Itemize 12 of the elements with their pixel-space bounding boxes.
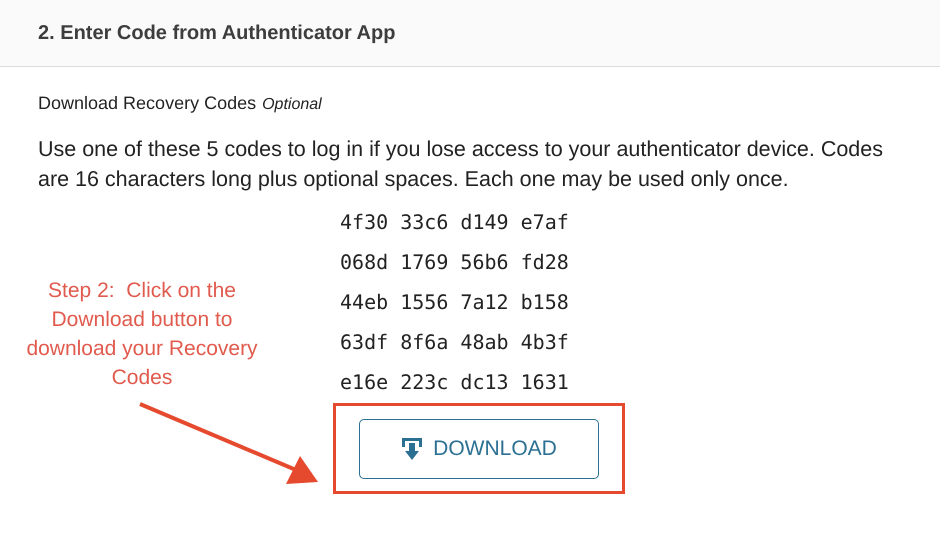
subsection-title: Download Recovery Codes (38, 93, 256, 114)
optional-label: Optional (262, 96, 322, 114)
recovery-code: e16e 223c dc13 1631 (340, 369, 570, 396)
recovery-code: 63df 8f6a 48ab 4b3f (340, 329, 570, 356)
recovery-code: 4f30 33c6 d149 e7af (340, 209, 570, 236)
section-title: 2. Enter Code from Authenticator App (38, 22, 396, 44)
recovery-code: 068d 1769 56b6 fd28 (340, 249, 570, 276)
description: Use one of these 5 codes to log in if you lose access to your authenticator device. Codes are 16 characters long plus optional spaces. Each one may be used only once. (38, 136, 884, 193)
download-icon (401, 436, 424, 460)
download-button[interactable]: DOWNLOAD (359, 418, 599, 478)
annotation-text: Step 2: Click on the Download button to download your Recovery Codes (25, 278, 259, 391)
recovery-code: 44eb 1556 7a12 b158 (340, 289, 570, 316)
